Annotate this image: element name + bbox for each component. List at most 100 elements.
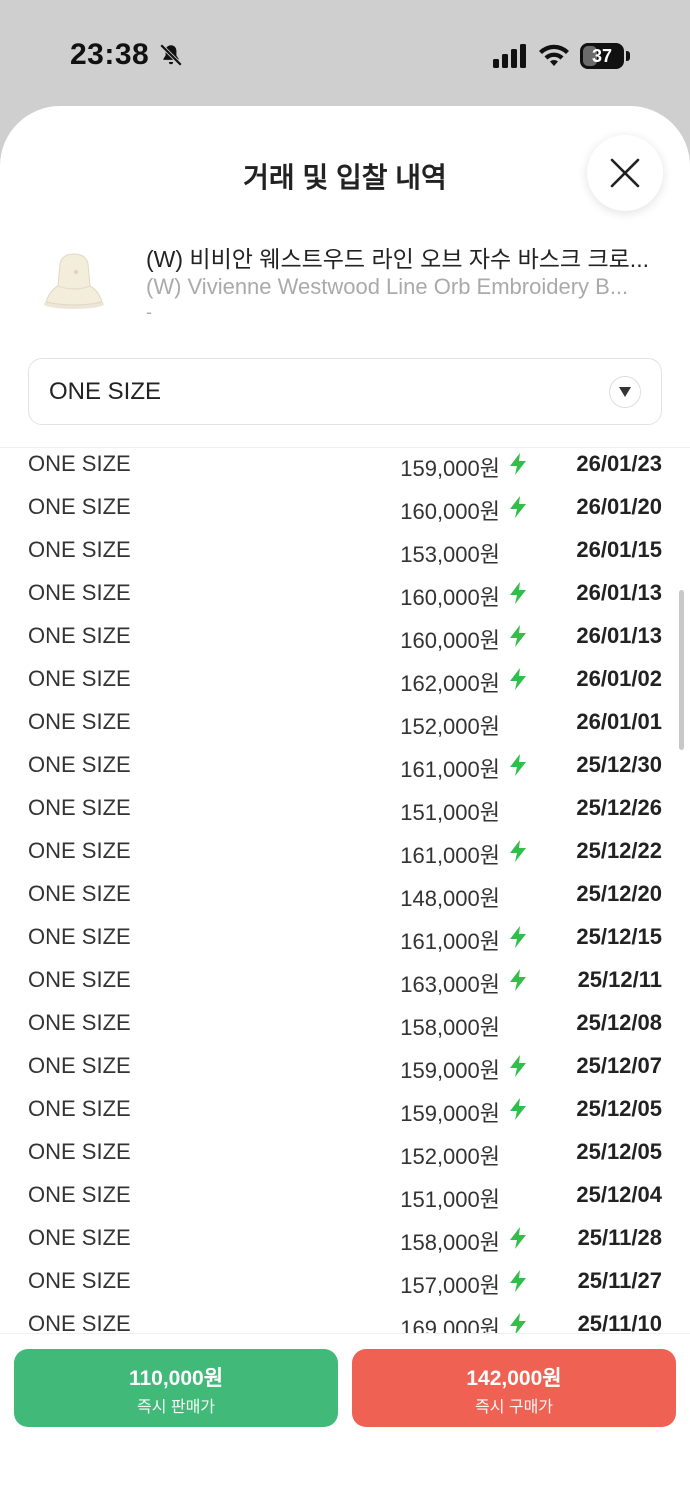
transaction-date: 25/12/05 [576, 1139, 662, 1164]
product-option: - [146, 302, 152, 322]
transaction-size: ONE SIZE [28, 1010, 131, 1035]
transaction-date: 25/11/28 [577, 1225, 662, 1250]
sell-price: 110,000원 [128, 1367, 224, 1390]
buy-price: 142,000원 [466, 1367, 562, 1390]
size-select-value: ONE SIZE [49, 378, 162, 405]
transaction-history-sheet: 거래 및 입찰 내역 (W) 비비안 웨스트우드 라인 오브 자수 바스크 크로… [0, 106, 690, 1500]
scrollbar[interactable] [679, 590, 684, 750]
transaction-size: ONE SIZE [28, 451, 131, 476]
transaction-price: 159,000원 [400, 1101, 500, 1126]
transaction-row: ONE SIZE 153,000원 26/01/15 [0, 528, 690, 571]
transaction-price: 158,000원 [400, 1230, 500, 1255]
transaction-date: 26/01/02 [576, 666, 662, 691]
transaction-price: 160,000원 [400, 628, 500, 653]
transaction-row: ONE SIZE 158,000원 25/12/08 [0, 1001, 690, 1044]
transaction-size: ONE SIZE [28, 1139, 131, 1164]
transaction-price: 152,000원 [400, 1144, 500, 1169]
sell-label: 즉시 판매가 [136, 1399, 216, 1416]
transaction-date: 25/12/04 [576, 1182, 662, 1207]
transaction-row: ONE SIZE 160,000원 26/01/20 [0, 485, 690, 528]
transaction-date: 25/12/20 [576, 881, 662, 906]
transaction-price: 160,000원 [400, 585, 500, 610]
transaction-size: ONE SIZE [28, 924, 131, 949]
transaction-size: ONE SIZE [28, 838, 131, 863]
transaction-date: 26/01/01 [576, 709, 662, 734]
transaction-date: 25/12/07 [576, 1053, 662, 1078]
transaction-size: ONE SIZE [28, 1311, 131, 1333]
lightning-bolt-icon [510, 1227, 526, 1249]
transaction-size: ONE SIZE [28, 709, 131, 734]
transaction-date: 25/12/26 [576, 795, 662, 820]
transaction-size: ONE SIZE [28, 580, 131, 605]
transaction-row: ONE SIZE 159,000원 25/12/07 [0, 1044, 690, 1087]
transaction-price: 161,000원 [400, 843, 500, 868]
instant-sell-button[interactable]: 110,000원 즉시 판매가 [14, 1349, 338, 1427]
instant-buy-button[interactable]: 142,000원 즉시 구매가 [352, 1349, 676, 1427]
lightning-bolt-icon [510, 969, 526, 991]
transaction-row: ONE SIZE 160,000원 26/01/13 [0, 571, 690, 614]
transaction-date: 25/12/22 [576, 838, 662, 863]
transaction-date: 25/11/27 [577, 1268, 662, 1293]
transaction-size: ONE SIZE [28, 1225, 131, 1250]
transaction-size: ONE SIZE [28, 881, 131, 906]
transaction-row: ONE SIZE 152,000원 26/01/01 [0, 700, 690, 743]
transaction-list[interactable]: ONE SIZE 159,000원 26/01/23 ONE SIZE 160,000원… [0, 444, 690, 1333]
transaction-row: ONE SIZE 148,000원 25/12/20 [0, 872, 690, 915]
lightning-bolt-icon [510, 453, 526, 475]
transaction-price: 148,000원 [400, 886, 500, 911]
transaction-price: 162,000원 [400, 671, 500, 696]
transaction-date: 25/12/05 [576, 1096, 662, 1121]
transaction-date: 25/12/11 [577, 967, 662, 992]
wifi-icon [539, 44, 569, 66]
transaction-price: 157,000원 [400, 1273, 500, 1298]
transaction-price: 160,000원 [400, 499, 500, 524]
transaction-row: ONE SIZE 169,000원 25/11/10 [0, 1302, 690, 1333]
transaction-size: ONE SIZE [28, 752, 131, 777]
transaction-row: ONE SIZE 161,000원 25/12/22 [0, 829, 690, 872]
product-name: (W) 비비안 웨스트우드 라인 오브 자수 바스크 크로... [146, 246, 649, 272]
transaction-row: ONE SIZE 158,000원 25/11/28 [0, 1216, 690, 1259]
transaction-size: ONE SIZE [28, 666, 131, 691]
transaction-row: ONE SIZE 159,000원 26/01/23 [0, 444, 690, 485]
transaction-price: 158,000원 [400, 1015, 500, 1040]
transaction-size: ONE SIZE [28, 494, 131, 519]
transaction-row: ONE SIZE 160,000원 26/01/13 [0, 614, 690, 657]
transaction-size: ONE SIZE [28, 623, 131, 648]
transaction-row: ONE SIZE 163,000원 25/12/11 [0, 958, 690, 1001]
transaction-date: 25/12/30 [576, 752, 662, 777]
transaction-size: ONE SIZE [28, 1053, 131, 1078]
transaction-row: ONE SIZE 151,000원 25/12/26 [0, 786, 690, 829]
lightning-bolt-icon [510, 754, 526, 776]
status-time: 23:38 [70, 38, 150, 71]
lightning-bolt-icon [510, 625, 526, 647]
transaction-price: 159,000원 [400, 456, 500, 481]
lightning-bolt-icon [510, 496, 526, 518]
transaction-date: 26/01/13 [576, 623, 662, 648]
transaction-row: ONE SIZE 152,000원 25/12/05 [0, 1130, 690, 1173]
transaction-price: 152,000원 [400, 714, 500, 739]
transaction-price: 161,000원 [400, 757, 500, 782]
close-icon [610, 158, 640, 188]
transaction-size: ONE SIZE [28, 1096, 131, 1121]
close-button[interactable] [587, 135, 663, 211]
lightning-bolt-icon [510, 1055, 526, 1077]
chevron-down-icon [609, 376, 641, 408]
transaction-size: ONE SIZE [28, 537, 131, 562]
transaction-price: 151,000원 [400, 800, 500, 825]
signal-icon [493, 44, 526, 68]
status-bar: 23:38 37 [0, 0, 690, 106]
transaction-row: ONE SIZE 159,000원 25/12/05 [0, 1087, 690, 1130]
transaction-row: ONE SIZE 161,000원 25/12/15 [0, 915, 690, 958]
lightning-bolt-icon [510, 926, 526, 948]
transaction-date: 26/01/23 [576, 451, 662, 476]
lightning-bolt-icon [510, 1270, 526, 1292]
battery-text: 37 [591, 46, 613, 66]
transaction-date: 26/01/20 [576, 494, 662, 519]
lightning-bolt-icon [510, 1313, 526, 1333]
buy-label: 즉시 구매가 [474, 1399, 554, 1416]
lightning-bolt-icon [510, 582, 526, 604]
transaction-date: 25/11/10 [577, 1311, 662, 1333]
transaction-price: 163,000원 [400, 972, 500, 997]
transaction-price: 151,000원 [400, 1187, 500, 1212]
size-select[interactable]: ONE SIZE [28, 358, 662, 425]
